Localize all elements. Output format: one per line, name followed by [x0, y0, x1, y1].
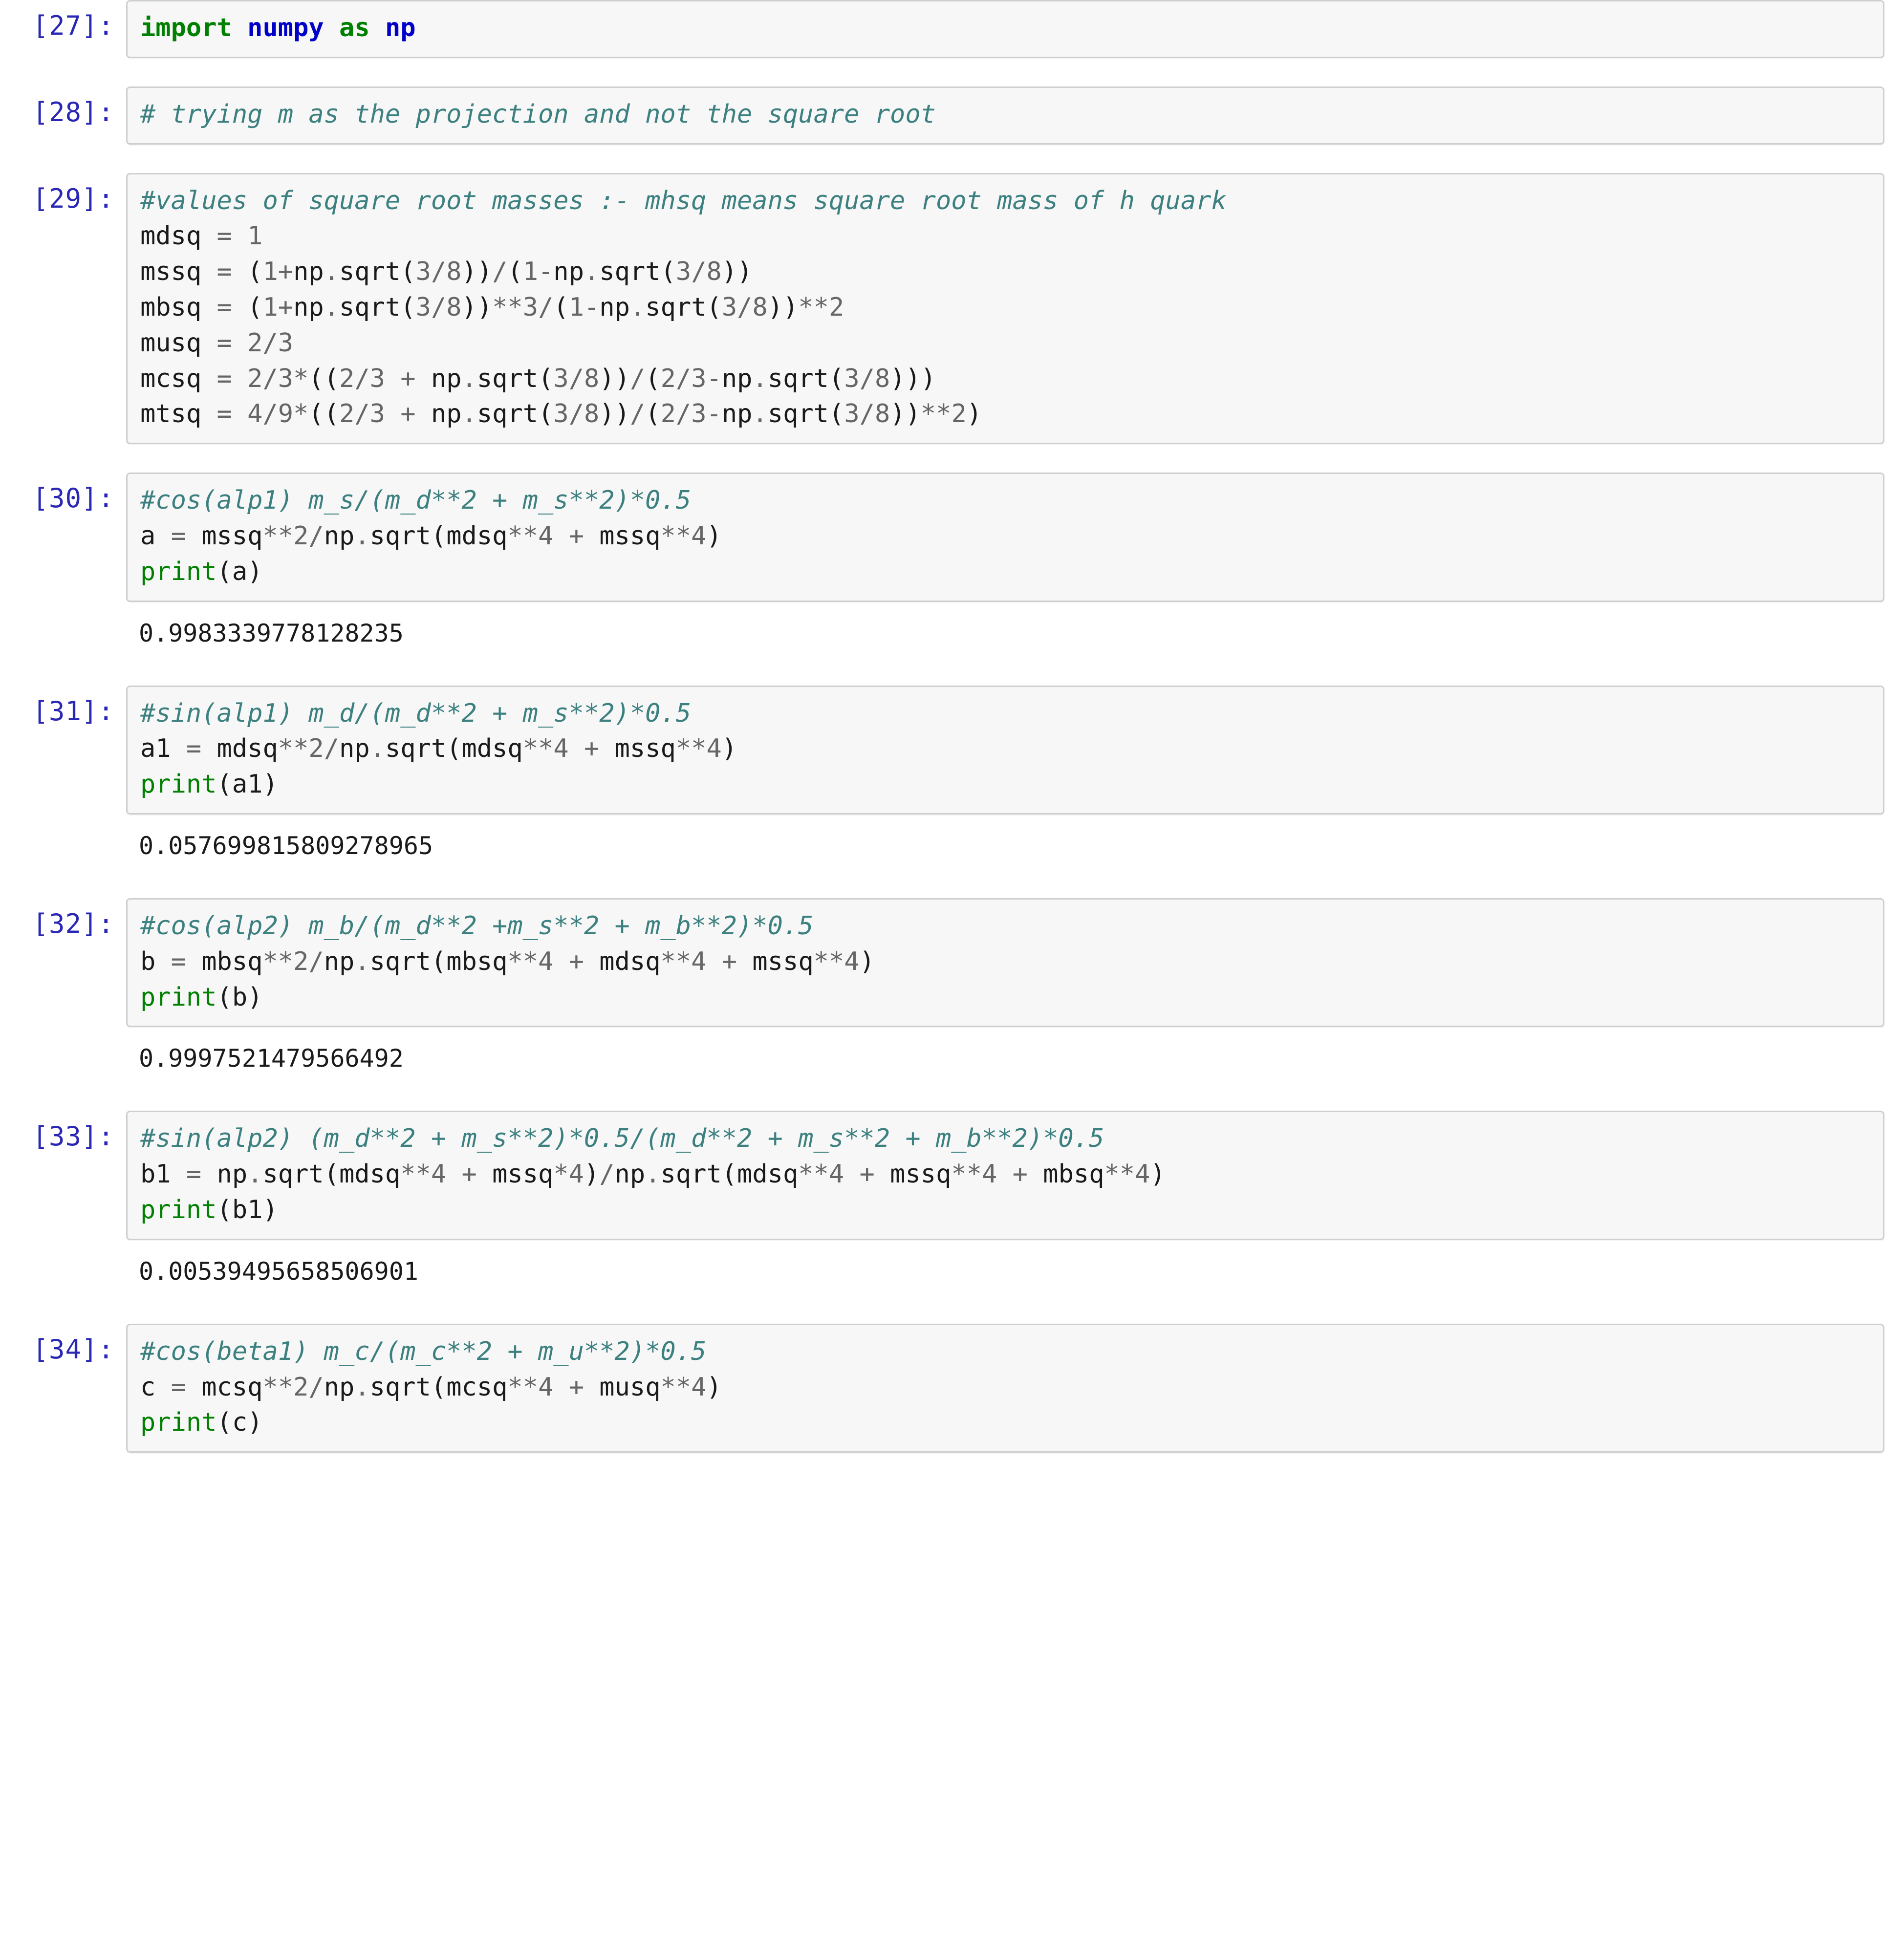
cell-body: #cos(beta1) m_c/(m_c**2 + m_u**2)*0.5 c … — [126, 1323, 1904, 1453]
code-input-area[interactable]: # trying m as the projection and not the… — [126, 86, 1884, 145]
code-comment-line: # trying m as the projection and not the… — [140, 99, 936, 129]
cell-body: #cos(alp1) m_s/(m_d**2 + m_s**2)*0.5 a =… — [126, 473, 1904, 602]
code-source[interactable]: # trying m as the projection and not the… — [140, 97, 1870, 132]
notebook-cell[interactable]: [34]: #cos(beta1) m_c/(m_c**2 + m_u**2)*… — [0, 1323, 1904, 1453]
cell-output-row: 0.9983339778128235 — [0, 602, 1904, 663]
code-input-area[interactable]: import numpy as np — [126, 0, 1884, 58]
code-input-area[interactable]: #values of square root masses :- mhsq me… — [126, 172, 1884, 445]
cell-output-row: 0.057699815809278965 — [0, 815, 1904, 876]
cell-prompt-in[interactable]: [31]: — [0, 686, 126, 725]
notebook-cell[interactable]: [27]: import numpy as np — [0, 0, 1904, 58]
code-source[interactable]: #values of square root masses :- mhsq me… — [140, 183, 1870, 432]
cell-prompt-in[interactable]: [28]: — [0, 86, 126, 126]
cell-output-row: 0.00539495658506901 — [0, 1240, 1904, 1301]
notebook-container: [27]: import numpy as np [28]: # trying … — [0, 0, 1904, 1453]
cell-spacer — [0, 1088, 1904, 1111]
code-input-area[interactable]: #cos(alp1) m_s/(m_d**2 + m_s**2)*0.5 a =… — [126, 473, 1884, 602]
cell-body: #values of square root masses :- mhsq me… — [126, 172, 1904, 445]
notebook-cell[interactable]: [32]: #cos(alp2) m_b/(m_d**2 +m_s**2 + m… — [0, 898, 1904, 1028]
cell-prompt-in[interactable]: [29]: — [0, 173, 126, 212]
cell-spacer — [0, 58, 1904, 86]
code-source[interactable]: #cos(alp1) m_s/(m_d**2 + m_s**2)*0.5 a =… — [140, 483, 1870, 589]
cell-body: #cos(alp2) m_b/(m_d**2 +m_s**2 + m_b**2)… — [126, 898, 1904, 1028]
notebook-cell[interactable]: [31]: #sin(alp1) m_d/(m_d**2 + m_s**2)*0… — [0, 685, 1904, 815]
stdout-output: 0.057699815809278965 — [139, 831, 433, 860]
code-source[interactable]: import numpy as np — [140, 10, 1870, 46]
code-input-area[interactable]: #cos(alp2) m_b/(m_d**2 +m_s**2 + m_b**2)… — [126, 898, 1884, 1028]
cell-spacer — [0, 145, 1904, 173]
code-source[interactable]: #cos(alp2) m_b/(m_d**2 +m_s**2 + m_b**2)… — [140, 908, 1870, 1015]
stdout-output: 0.9997521479566492 — [139, 1044, 404, 1073]
stdout-output: 0.9983339778128235 — [139, 619, 404, 647]
code-source[interactable]: #cos(beta1) m_c/(m_c**2 + m_u**2)*0.5 c … — [140, 1334, 1870, 1440]
cell-body: # trying m as the projection and not the… — [126, 86, 1904, 145]
cell-spacer — [0, 663, 1904, 686]
cell-output-row: 0.9997521479566492 — [0, 1027, 1904, 1088]
cell-body: #sin(alp2) (m_d**2 + m_s**2)*0.5/(m_d**2… — [126, 1111, 1904, 1240]
code-source[interactable]: #sin(alp1) m_d/(m_d**2 + m_s**2)*0.5 a1 … — [140, 696, 1870, 802]
cell-spacer — [0, 1301, 1904, 1324]
cell-prompt-in[interactable]: [27]: — [0, 0, 126, 39]
cell-spacer — [0, 876, 1904, 898]
cell-prompt-in[interactable]: [30]: — [0, 473, 126, 512]
cell-prompt-in[interactable]: [32]: — [0, 898, 126, 937]
code-input-area[interactable]: #cos(beta1) m_c/(m_c**2 + m_u**2)*0.5 c … — [126, 1323, 1884, 1453]
notebook-cell[interactable]: [28]: # trying m as the projection and n… — [0, 86, 1904, 145]
cell-body: #sin(alp1) m_d/(m_d**2 + m_s**2)*0.5 a1 … — [126, 685, 1904, 815]
code-input-area[interactable]: #sin(alp1) m_d/(m_d**2 + m_s**2)*0.5 a1 … — [126, 685, 1884, 815]
notebook-cell[interactable]: [33]: #sin(alp2) (m_d**2 + m_s**2)*0.5/(… — [0, 1111, 1904, 1240]
notebook-cell[interactable]: [29]: #values of square root masses :- m… — [0, 172, 1904, 445]
cell-prompt-in[interactable]: [33]: — [0, 1111, 126, 1150]
notebook-cell[interactable]: [30]: #cos(alp1) m_s/(m_d**2 + m_s**2)*0… — [0, 473, 1904, 602]
stdout-output: 0.00539495658506901 — [139, 1257, 418, 1286]
cell-body: import numpy as np — [126, 0, 1904, 58]
cell-prompt-in[interactable]: [34]: — [0, 1324, 126, 1363]
code-input-area[interactable]: #sin(alp2) (m_d**2 + m_s**2)*0.5/(m_d**2… — [126, 1111, 1884, 1240]
code-source[interactable]: #sin(alp2) (m_d**2 + m_s**2)*0.5/(m_d**2… — [140, 1121, 1870, 1227]
cell-spacer — [0, 444, 1904, 473]
